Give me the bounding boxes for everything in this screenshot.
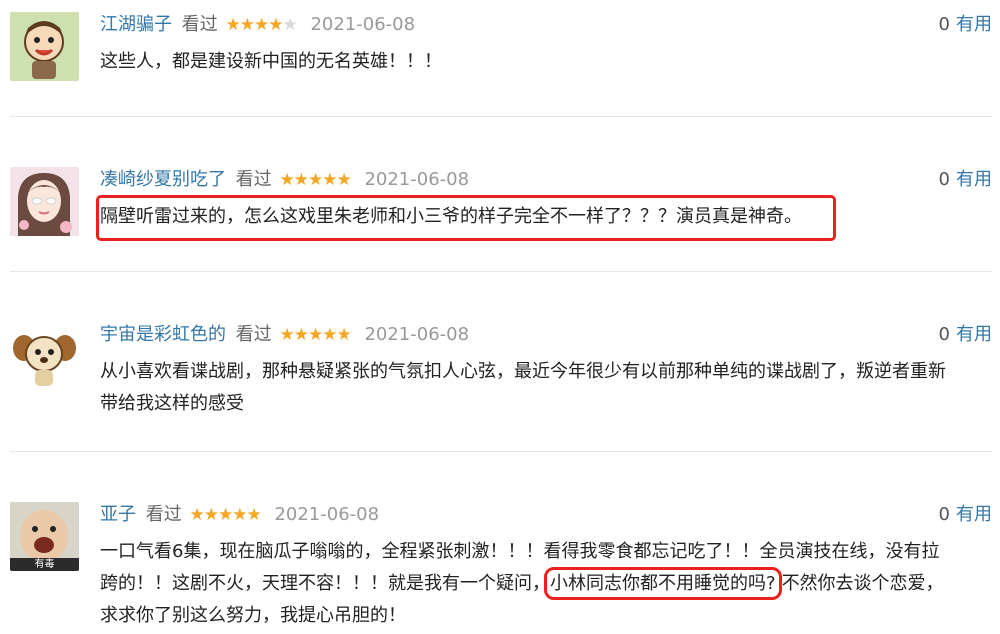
comment-date: 2021-06-08: [364, 169, 470, 190]
comment-date: 2021-06-08: [364, 324, 470, 345]
star-icon: ★: [322, 325, 337, 345]
comment-text-line: 带给我这样的感受: [100, 393, 244, 414]
comment-text-line: 求求你了别这么努力，我提心吊胆的！: [100, 605, 406, 626]
star-icon: ★: [293, 170, 309, 190]
comment-item: 凑崎纱夏别吃了 看过 ★★★★★ 2021-06-08 0 有用 隔壁听雷过来的，…: [0, 155, 1000, 271]
avatar[interactable]: [10, 322, 79, 391]
rating-stars: ★★★★★: [279, 322, 351, 348]
comment-text-line: 跨的！！这剧不火，天理不容！！！就是我有一个疑问，小林同志你都不用睡觉的吗? 不然…: [100, 567, 996, 600]
watched-label: 看过: [235, 324, 272, 345]
useful-button[interactable]: 有用: [956, 504, 992, 525]
star-icon: ★: [268, 15, 283, 35]
star-icon: ★: [239, 15, 255, 35]
useful-count: 0: [938, 169, 950, 190]
rating-stars: ★★★★★: [189, 502, 261, 528]
comment-meta: 宇宙是彩虹色的 看过 ★★★★★ 2021-06-08: [100, 322, 469, 348]
useful-button[interactable]: 有用: [956, 169, 992, 190]
star-icon: ★: [279, 170, 294, 190]
user-name-link[interactable]: 亚子: [100, 504, 136, 525]
rating-stars: ★★★★★: [225, 12, 297, 38]
useful-count: 0: [938, 324, 950, 345]
comment-meta: 凑崎纱夏别吃了 看过 ★★★★★ 2021-06-08: [100, 167, 469, 193]
avatar[interactable]: 有毒: [10, 502, 79, 571]
star-icon: ★: [203, 505, 219, 525]
star-icon: ★: [307, 325, 323, 345]
comment-meta: 江湖骗子 看过 ★★★★★ 2021-06-08: [100, 12, 415, 38]
comment-item: 江湖骗子 看过 ★★★★★ 2021-06-08 0 有用 这些人，都是建设新中国…: [0, 0, 1000, 116]
star-icon: ★: [322, 170, 337, 190]
divider: [10, 451, 992, 452]
comment-text-segment: 不然你去谈个恋爱，: [781, 573, 944, 594]
rating-stars: ★★★★★: [279, 167, 351, 193]
watched-label: 看过: [181, 14, 218, 35]
user-name-link[interactable]: 江湖骗子: [100, 14, 172, 35]
comment-text: 从小喜欢看谍战剧，那种悬疑紧张的气氛扣人心弦，最近今年很少有以前那种单纯的谍战剧…: [100, 356, 996, 420]
highlighted-text: 小林同志你都不用睡觉的吗?: [544, 567, 782, 600]
comment-text: 隔壁听雷过来的，怎么这戏里朱老师和小三爷的样子完全不一样了？？？演员真是神奇。: [100, 206, 802, 227]
user-name-link[interactable]: 凑崎纱夏别吃了: [100, 169, 226, 190]
star-icon: ★: [293, 325, 309, 345]
comment-item: 有毒 亚子 看过 ★★★★★ 2021-06-08 0 有用 一口气看6集，现在脑…: [0, 490, 1000, 634]
comment-text-line: 从小喜欢看谍战剧，那种悬疑紧张的气氛扣人心弦，最近今年很少有以前那种单纯的谍战剧…: [100, 361, 946, 382]
avatar[interactable]: [10, 167, 79, 236]
comment-item: 宇宙是彩虹色的 看过 ★★★★★ 2021-06-08 0 有用 从小喜欢看谍战剧…: [0, 310, 1000, 450]
star-icon: ★: [279, 325, 294, 345]
comment-date: 2021-06-08: [310, 14, 416, 35]
comment-text: 这些人，都是建设新中国的无名英雄！！！: [100, 51, 442, 72]
useful-count: 0: [938, 504, 950, 525]
divider: [10, 271, 992, 272]
comment-date: 2021-06-08: [274, 504, 380, 525]
comment-meta: 亚子 看过 ★★★★★ 2021-06-08: [100, 502, 379, 528]
comment-text-line: 一口气看6集，现在脑瓜子嗡嗡的，全程紧张刺激！！！看得我零食都忘记吃了！！全员演…: [100, 541, 940, 562]
useful-count: 0: [938, 14, 950, 35]
star-icon: ★: [336, 325, 351, 345]
avatar[interactable]: [10, 12, 79, 81]
user-name-link[interactable]: 宇宙是彩虹色的: [100, 324, 226, 345]
useful-vote: 0 有用: [939, 502, 992, 528]
star-icon: ★: [232, 505, 247, 525]
star-icon: ★: [189, 505, 204, 525]
watched-label: 看过: [235, 169, 272, 190]
useful-vote: 0 有用: [939, 167, 992, 193]
star-empty-icon: ★: [282, 15, 297, 35]
comment-text: 一口气看6集，现在脑瓜子嗡嗡的，全程紧张刺激！！！看得我零食都忘记吃了！！全员演…: [100, 536, 996, 632]
star-icon: ★: [253, 15, 269, 35]
comment-text-segment: 跨的！！这剧不火，天理不容！！！就是我有一个疑问，: [100, 573, 550, 594]
divider: [10, 116, 992, 117]
star-icon: ★: [246, 505, 261, 525]
star-icon: ★: [336, 170, 351, 190]
useful-button[interactable]: 有用: [956, 324, 992, 345]
useful-vote: 0 有用: [939, 12, 992, 38]
watched-label: 看过: [145, 504, 182, 525]
useful-vote: 0 有用: [939, 322, 992, 348]
star-icon: ★: [225, 15, 240, 35]
star-icon: ★: [217, 505, 233, 525]
star-icon: ★: [307, 170, 323, 190]
avatar-caption: 有毒: [34, 559, 55, 570]
useful-button[interactable]: 有用: [956, 14, 992, 35]
